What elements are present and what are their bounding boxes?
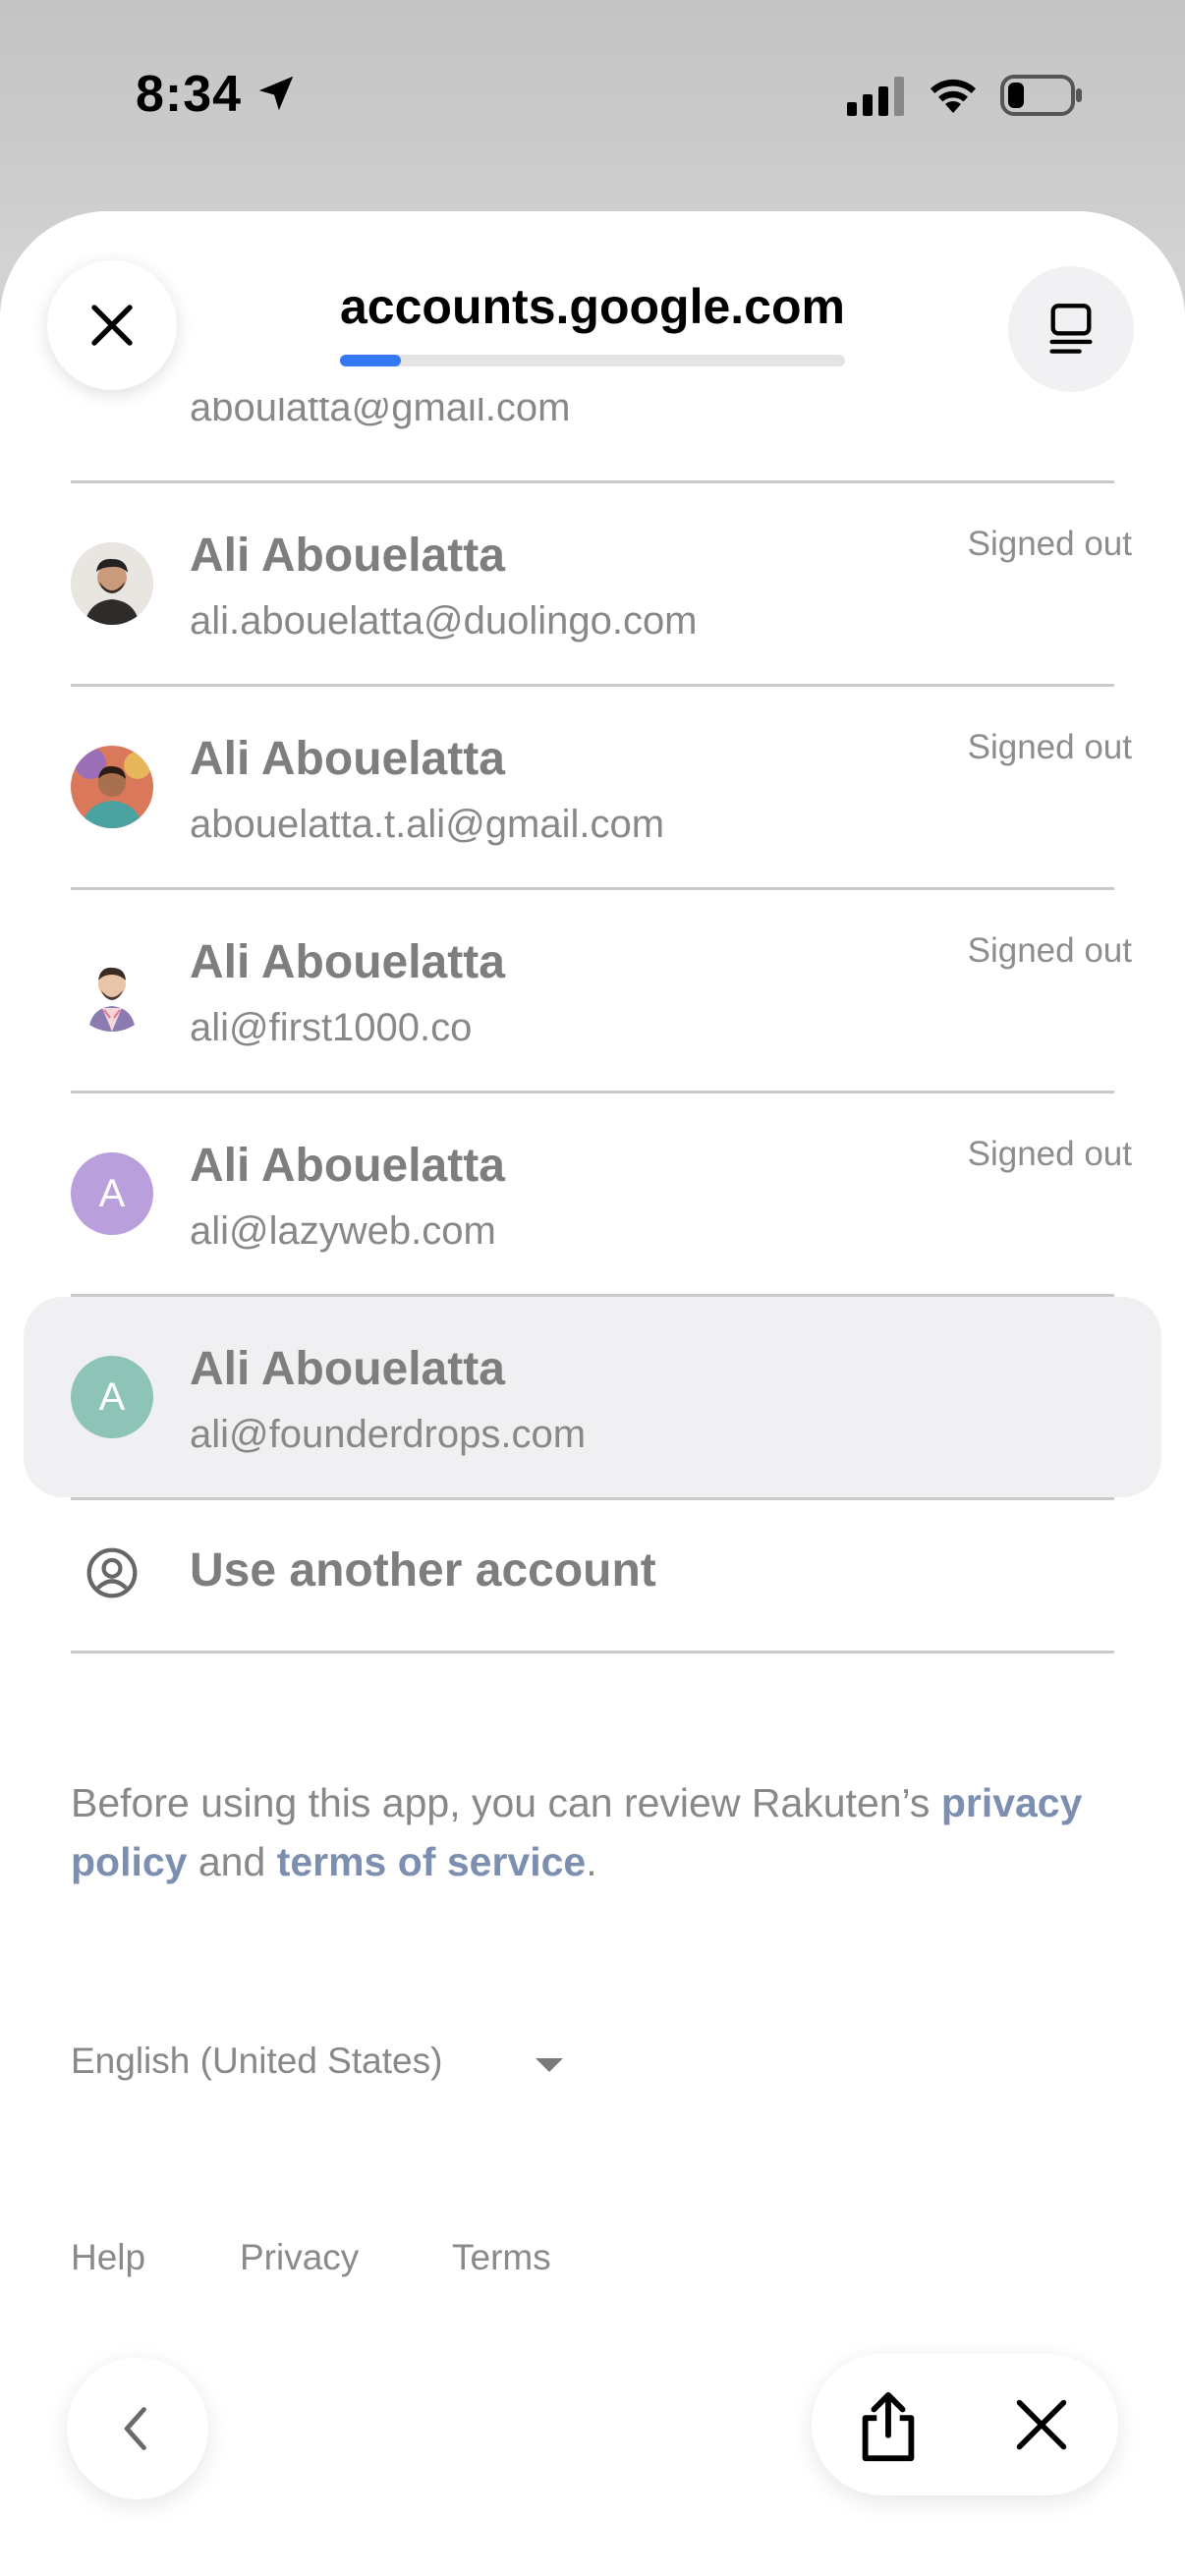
loading-progress-bar — [340, 355, 845, 366]
status-time: 8:34 — [136, 66, 243, 123]
use-another-account-button[interactable]: Use another account — [71, 1500, 1114, 1648]
terms-of-service-link[interactable]: terms of service — [277, 1839, 587, 1884]
account-row[interactable]: A Ali Abouelatta ali@lazyweb.com Signed … — [24, 1093, 1161, 1294]
policy-middle: and — [187, 1839, 277, 1884]
dropdown-caret-icon[interactable] — [536, 2058, 563, 2072]
account-status: Signed out — [967, 728, 1132, 766]
sheet-header: accounts.google.com — [0, 211, 1185, 398]
account-name: Ali Abouelatta — [190, 530, 505, 582]
account-name: Ali Abouelatta — [190, 733, 505, 785]
account-status: Signed out — [967, 931, 1132, 970]
account-email: ali@founderdrops.com — [190, 1413, 587, 1456]
close-icon[interactable] — [1012, 2395, 1071, 2454]
page-url: accounts.google.com — [340, 279, 845, 334]
account-status: Signed out — [967, 1135, 1132, 1173]
account-email: ali@lazyweb.com — [190, 1209, 496, 1253]
close-sheet-button[interactable] — [47, 260, 177, 390]
action-pill — [812, 2354, 1118, 2495]
account-email: ali.abouelatta@duolingo.com — [190, 599, 698, 643]
privacy-notice: Before using this app, you can review Ra… — [71, 1773, 1132, 1891]
policy-prefix: Before using this app, you can review Ra… — [71, 1780, 941, 1825]
profile-photo-icon — [71, 542, 153, 625]
share-icon[interactable] — [853, 2389, 924, 2464]
account-name: Ali Abouelatta — [190, 1343, 505, 1395]
avatar — [71, 746, 153, 828]
screen: 8:34 accounts.google.com aboulatta@gmail… — [0, 0, 1185, 2576]
account-row[interactable]: Ali Abouelatta abouelatta.t.ali@gmail.co… — [24, 687, 1161, 887]
account-email: ali@first1000.co — [190, 1006, 473, 1049]
help-link[interactable]: Help — [71, 2237, 145, 2278]
terms-link[interactable]: Terms — [452, 2237, 551, 2278]
back-button[interactable] — [67, 2358, 208, 2499]
avatar-initial: A — [71, 1356, 153, 1438]
account-circle-icon — [86, 1547, 138, 1598]
privacy-link[interactable]: Privacy — [240, 2237, 359, 2278]
browser-sheet: accounts.google.com aboulatta@gmail.com — [0, 211, 1185, 2576]
chevron-left-icon — [124, 2407, 146, 2450]
cellular-signal-icon — [847, 77, 904, 116]
profile-illustration-icon — [71, 949, 153, 1032]
close-icon — [91, 305, 133, 346]
location-arrow-icon — [258, 76, 294, 111]
avatar — [71, 949, 153, 1032]
tabs-icon — [1049, 304, 1093, 354]
account-row[interactable]: Ali Abouelatta ali@first1000.co Signed o… — [24, 890, 1161, 1091]
avatar — [71, 542, 153, 625]
profile-photo-icon — [71, 746, 153, 828]
language-select[interactable]: English (United States) — [71, 2041, 442, 2082]
wifi-icon — [931, 79, 976, 113]
divider — [71, 1651, 1114, 1653]
policy-suffix: . — [586, 1839, 597, 1884]
account-status: Signed out — [967, 525, 1132, 563]
account-row-selected[interactable]: A Ali Abouelatta ali@founderdrops.com — [24, 1297, 1161, 1497]
status-bar: 8:34 — [0, 0, 1185, 196]
battery-icon — [1000, 75, 1082, 116]
account-email: abouelatta.t.ali@gmail.com — [190, 803, 665, 846]
loading-progress-fill — [340, 355, 401, 366]
use-another-account-label: Use another account — [190, 1544, 656, 1596]
account-name: Ali Abouelatta — [190, 1140, 505, 1192]
account-row[interactable]: Ali Abouelatta ali.abouelatta@duolingo.c… — [24, 483, 1161, 684]
avatar-initial: A — [71, 1152, 153, 1235]
tabs-button[interactable] — [1008, 266, 1134, 392]
account-name: Ali Abouelatta — [190, 936, 505, 988]
